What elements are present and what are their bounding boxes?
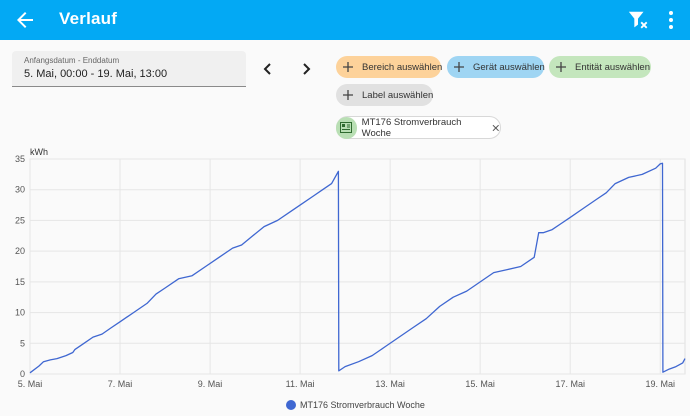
- meter-icon: [336, 116, 357, 139]
- chevron-right-icon[interactable]: [295, 59, 317, 79]
- legend-swatch[interactable]: [286, 400, 296, 410]
- select-entity-chip[interactable]: Entität auswählen: [549, 56, 651, 78]
- selected-entity-chip[interactable]: MT176 Stromverbrauch Woche: [336, 116, 501, 139]
- x-tick-label: 9. Mai: [198, 379, 223, 389]
- x-tick-label: 19. Mai: [645, 379, 675, 389]
- select-device-chip[interactable]: Gerät auswählen: [447, 56, 545, 78]
- y-tick-label: 35: [15, 154, 25, 164]
- legend-label[interactable]: MT176 Stromverbrauch Woche: [300, 400, 425, 410]
- history-line-chart: 0 5 10 15 20 25 30 35 5. Mai 7. Mai 9. Mai 11. Mai 1…: [15, 147, 686, 410]
- y-tick-label: 0: [20, 369, 25, 379]
- plus-icon: [343, 90, 353, 100]
- more-vertical-icon[interactable]: [662, 9, 680, 31]
- y-tick-label: 25: [15, 215, 25, 225]
- select-label-label: Label auswählen: [362, 89, 434, 101]
- y-tick-label: 15: [15, 277, 25, 287]
- back-arrow-icon[interactable]: [13, 8, 37, 32]
- date-range-value: 5. Mai, 00:00 - 19. Mai, 13:00: [24, 68, 168, 80]
- date-range-label: Anfangsdatum - Enddatum: [24, 56, 120, 65]
- x-tick-label: 5. Mai: [18, 379, 43, 389]
- x-tick-label: 13. Mai: [375, 379, 405, 389]
- select-entity-label: Entität auswählen: [575, 61, 650, 73]
- x-tick-label: 7. Mai: [108, 379, 133, 389]
- y-tick-label: 5: [20, 338, 25, 348]
- remove-entity-icon[interactable]: [492, 124, 500, 132]
- y-tick-label: 20: [15, 246, 25, 256]
- select-area-chip[interactable]: Bereich auswählen: [336, 56, 443, 78]
- y-axis-unit: kWh: [30, 147, 48, 157]
- page-title: Verlauf: [59, 9, 118, 28]
- select-area-label: Bereich auswählen: [362, 61, 443, 73]
- y-tick-label: 30: [15, 185, 25, 195]
- plot-frame: [29, 158, 686, 375]
- x-tick-label: 15. Mai: [465, 379, 495, 389]
- selected-entity-label: MT176 Stromverbrauch Woche: [361, 116, 462, 139]
- app-bar: Verlauf: [0, 0, 690, 40]
- date-range-picker[interactable]: Anfangsdatum - Enddatum 5. Mai, 00:00 - …: [12, 51, 246, 87]
- x-tick-label: 11. Mai: [286, 379, 315, 389]
- plus-icon: [556, 62, 566, 72]
- series-line: [29, 162, 686, 374]
- x-tick-label: 17. Mai: [555, 379, 585, 389]
- chevron-left-icon[interactable]: [257, 59, 279, 79]
- y-tick-label: 10: [15, 308, 25, 318]
- select-device-label: Gerät auswählen: [473, 61, 545, 73]
- plus-icon: [343, 62, 353, 72]
- select-label-chip[interactable]: Label auswählen: [336, 84, 433, 106]
- filter-remove-icon[interactable]: [627, 9, 649, 31]
- plus-icon: [454, 62, 464, 72]
